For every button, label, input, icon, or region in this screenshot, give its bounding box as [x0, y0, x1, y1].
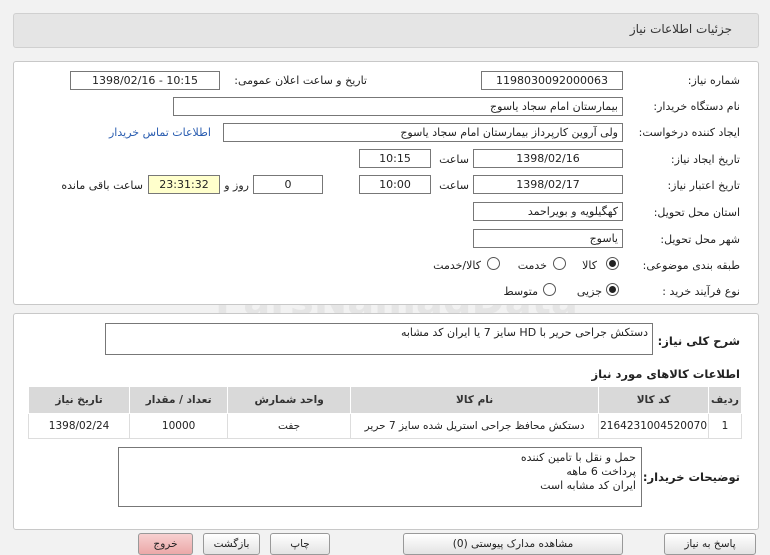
category-label: طبقه بندی موضوعی:	[642, 259, 740, 272]
items-section-title: اطلاعات کالاهای مورد نیاز	[591, 367, 740, 381]
need-number-field: 1198030092000063	[481, 71, 623, 90]
valid-time-field: 10:00	[359, 175, 431, 194]
process-medium-label: متوسط	[503, 285, 538, 298]
buyer-contact-link[interactable]: اطلاعات تماس خریدار	[109, 126, 211, 139]
created-date-label: تاریخ ایجاد نیاز:	[670, 153, 740, 166]
remaining-days-field: 0	[253, 175, 323, 194]
back-button[interactable]: بازگشت	[203, 533, 260, 555]
process-minor-label: جزیی	[576, 285, 602, 298]
col-name: نام کالا	[350, 386, 600, 414]
buyer-notes-line: حمل و نقل با تامین کننده	[520, 451, 636, 464]
valid-date-label: تاریخ اعتبار نیاز:	[667, 179, 740, 192]
reply-button[interactable]: پاسخ به نیاز	[664, 533, 756, 555]
requester-label: ایجاد کننده درخواست:	[638, 126, 740, 139]
created-date-field: 1398/02/16	[473, 149, 623, 168]
col-row: ردیف	[708, 386, 742, 414]
buyer-notes-label: توضیحات خریدار:	[642, 470, 740, 484]
category-service-radio[interactable]	[553, 257, 566, 270]
remaining-label: ساعت باقی مانده	[61, 179, 143, 192]
page-title: جزئیات اطلاعات نیاز	[629, 22, 732, 36]
col-unit: واحد شمارش	[227, 386, 352, 414]
valid-date-field: 1398/02/17	[473, 175, 623, 194]
attachments-button[interactable]: مشاهده مدارک پیوستی (0)	[403, 533, 623, 555]
category-goods-service-label: کالا/خدمت	[433, 259, 481, 272]
announce-field: 1398/02/16 - 10:15	[70, 71, 220, 90]
category-goods-radio[interactable]	[606, 257, 619, 270]
cell-row: 1	[708, 413, 742, 439]
city-label: شهر محل تحویل:	[660, 233, 740, 246]
buyer-org-field: بیمارستان امام سجاد یاسوج	[173, 97, 623, 116]
exit-button[interactable]: خروج	[138, 533, 193, 555]
buyer-notes-line: پرداخت 6 ماهه	[566, 465, 636, 478]
category-service-label: خدمت	[517, 259, 547, 272]
table-row: 1 2164231004520070 دستکش محافظ جراحی است…	[27, 413, 742, 439]
items-table-header: ردیف کد کالا نام کالا واحد شمارش تعداد /…	[27, 386, 742, 414]
col-code: کد کالا	[598, 386, 709, 414]
category-goods-label: کالا	[582, 259, 597, 272]
requester-field: ولی آروین کارپرداز بیمارستان امام سجاد ی…	[223, 123, 623, 142]
days-label: روز و	[224, 179, 249, 192]
category-goods-service-radio[interactable]	[487, 257, 500, 270]
col-date: تاریخ نیاز	[27, 386, 131, 414]
buyer-notes-field: حمل و نقل با تامین کننده پرداخت 6 ماهه ا…	[118, 447, 642, 507]
items-table: ردیف کد کالا نام کالا واحد شمارش تعداد /…	[27, 386, 742, 439]
page-title-bar: جزئیات اطلاعات نیاز	[13, 13, 759, 48]
remaining-time-field: 23:31:32	[148, 175, 220, 194]
cell-quantity: 10000	[129, 413, 229, 439]
created-time-field: 10:15	[359, 149, 431, 168]
summary-label: شرح کلی نیاز:	[657, 334, 740, 348]
col-quantity: تعداد / مقدار	[129, 386, 229, 414]
print-button[interactable]: چاپ	[270, 533, 330, 555]
cell-code: 2164231004520070	[598, 413, 709, 439]
cell-date: 1398/02/24	[27, 413, 131, 439]
process-medium-radio[interactable]	[543, 283, 556, 296]
province-field: کهگیلویه و بویراحمد	[473, 202, 623, 221]
created-time-label: ساعت	[439, 153, 469, 166]
buyer-org-label: نام دستگاه خریدار:	[653, 100, 740, 113]
process-label: نوع فرآیند خرید :	[662, 285, 740, 298]
summary-field: دستکش جراحی حریر با HD سایز 7 یا ایران ک…	[105, 323, 653, 355]
need-details-page: ParsNamadData پایگاه اطلاع رسانی مناقصه …	[0, 0, 770, 555]
province-label: استان محل تحویل:	[653, 206, 740, 219]
cell-name: دستکش محافظ جراحی استریل شده سایز 7 حریر	[350, 413, 600, 439]
need-number-label: شماره نیاز:	[687, 74, 740, 87]
process-minor-radio[interactable]	[606, 283, 619, 296]
valid-time-label: ساعت	[439, 179, 469, 192]
buyer-notes-line: ایران کد مشابه است	[540, 479, 636, 492]
city-field: یاسوج	[473, 229, 623, 248]
announce-label: تاریخ و ساعت اعلان عمومی:	[234, 74, 367, 87]
cell-unit: جفت	[227, 413, 352, 439]
